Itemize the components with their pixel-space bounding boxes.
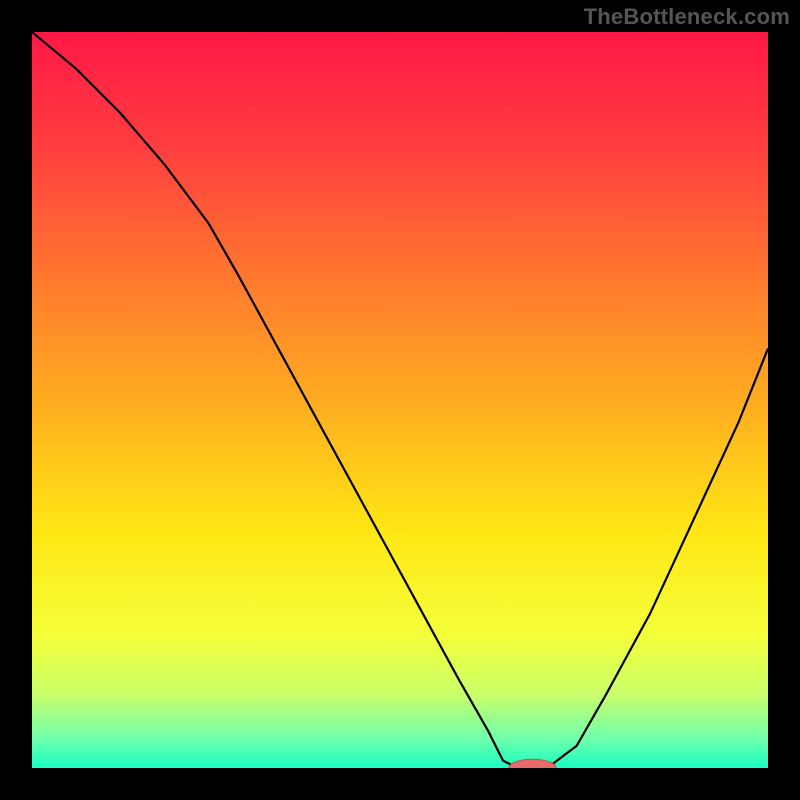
watermark-text: TheBottleneck.com — [584, 4, 790, 30]
plot-area — [32, 32, 768, 768]
gradient-background — [32, 32, 768, 768]
chart-frame: TheBottleneck.com — [0, 0, 800, 800]
bottleneck-chart — [32, 32, 768, 768]
